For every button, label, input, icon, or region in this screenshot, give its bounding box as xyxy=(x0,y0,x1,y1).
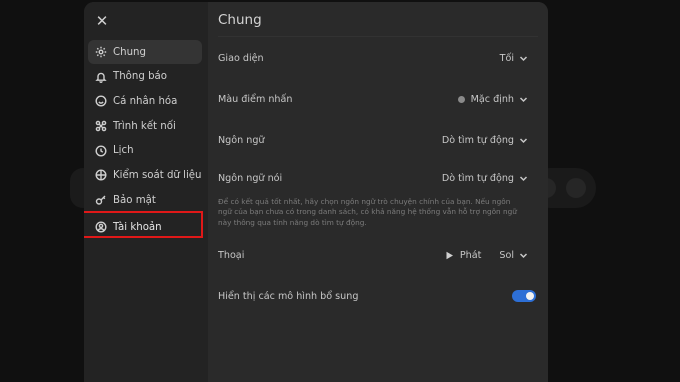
sidebar-item-notifications[interactable]: Thông báo xyxy=(88,65,202,89)
accent-color-label: Màu điểm nhấn xyxy=(218,93,293,105)
appearance-label: Giao diện xyxy=(218,52,264,64)
bell-icon xyxy=(95,71,107,83)
connector-icon xyxy=(95,120,107,132)
voice-label: Thoại xyxy=(218,249,245,261)
accent-color-swatch xyxy=(457,95,465,103)
sidebar-item-general[interactable]: Chung xyxy=(88,40,202,64)
language-label: Ngôn ngữ xyxy=(218,134,265,146)
background-voice-button xyxy=(566,178,586,198)
sidebar-item-schedule[interactable]: Lịch xyxy=(88,139,202,163)
sidebar-item-label: Lịch xyxy=(113,145,134,157)
screen: ✕ Chung Thông báo Cá nhân hóa Trình kết … xyxy=(0,0,680,382)
highlight-box xyxy=(84,211,203,239)
sidebar-item-label: Trình kết nối xyxy=(113,120,176,132)
voice-controls: Phát Sol xyxy=(445,250,528,261)
schedule-icon xyxy=(95,145,107,157)
voice-value: Sol xyxy=(499,249,514,261)
spoken-language-hint: Để có kết quả tốt nhất, hãy chọn ngôn ng… xyxy=(218,197,517,227)
sidebar-item-security[interactable]: Bảo mật xyxy=(88,188,202,212)
spoken-language-select[interactable]: Dò tìm tự động xyxy=(442,173,528,184)
spoken-language-row: Ngôn ngữ nói Dò tìm tự động xyxy=(218,167,528,189)
voice-row: Thoại Phát Sol xyxy=(218,244,528,266)
security-icon xyxy=(95,194,107,206)
sidebar-item-label: Chung xyxy=(113,46,146,58)
language-value: Dò tìm tự động xyxy=(441,134,514,146)
page-title: Chung xyxy=(218,12,262,28)
spoken-language-value: Dò tìm tự động xyxy=(441,172,514,184)
spoken-language-label: Ngôn ngữ nói xyxy=(218,172,283,184)
sidebar-item-label: Bảo mật xyxy=(113,194,156,206)
sidebar-item-label: Kiểm soát dữ liệu xyxy=(113,169,202,181)
accent-color-row: Màu điểm nhấn Mặc định xyxy=(218,88,528,110)
close-icon[interactable]: ✕ xyxy=(93,12,111,30)
settings-dialog: ✕ Chung Thông báo Cá nhân hóa Trình kết … xyxy=(84,2,548,382)
extra-models-toggle[interactable] xyxy=(512,290,536,302)
divider xyxy=(218,36,538,37)
play-icon xyxy=(445,251,454,260)
sidebar-item-personalization[interactable]: Cá nhân hóa xyxy=(88,89,202,113)
language-row: Ngôn ngữ Dò tìm tự động xyxy=(218,129,528,151)
settings-content: Chung Giao diện Tối Màu điểm nhấn Mặc đị… xyxy=(208,2,548,382)
voice-select[interactable]: Sol xyxy=(499,250,528,261)
accent-color-value: Mặc định xyxy=(470,93,514,105)
accent-color-select[interactable]: Mặc định xyxy=(457,93,528,105)
personalize-icon xyxy=(95,95,107,107)
settings-sidebar: ✕ Chung Thông báo Cá nhân hóa Trình kết … xyxy=(84,2,208,382)
settings-nav: Chung Thông báo Cá nhân hóa Trình kết nố… xyxy=(84,40,203,240)
data-control-icon xyxy=(95,169,107,181)
language-select[interactable]: Dò tìm tự động xyxy=(442,135,528,146)
sidebar-item-account[interactable]: Tài khoản xyxy=(84,211,203,239)
sidebar-item-label: Thông báo xyxy=(113,71,168,83)
gear-icon xyxy=(95,46,107,58)
play-voice-button[interactable]: Phát xyxy=(445,249,482,261)
sidebar-item-label: Cá nhân hóa xyxy=(113,95,178,107)
extra-models-label: Hiển thị các mô hình bổ sung xyxy=(218,290,359,302)
chevron-down-icon xyxy=(519,95,528,104)
chevron-down-icon xyxy=(519,251,528,260)
appearance-select[interactable]: Tối xyxy=(500,53,528,64)
sidebar-item-data-controls[interactable]: Kiểm soát dữ liệu xyxy=(88,163,202,187)
toggle-knob xyxy=(526,292,534,300)
chevron-down-icon xyxy=(519,136,528,145)
sidebar-item-connectors[interactable]: Trình kết nối xyxy=(88,114,202,138)
play-label: Phát xyxy=(459,249,482,261)
chevron-down-icon xyxy=(519,174,528,183)
chevron-down-icon xyxy=(519,54,528,63)
appearance-value: Tối xyxy=(499,52,514,64)
extra-models-row: Hiển thị các mô hình bổ sung xyxy=(218,285,536,307)
appearance-row: Giao diện Tối xyxy=(218,47,528,69)
